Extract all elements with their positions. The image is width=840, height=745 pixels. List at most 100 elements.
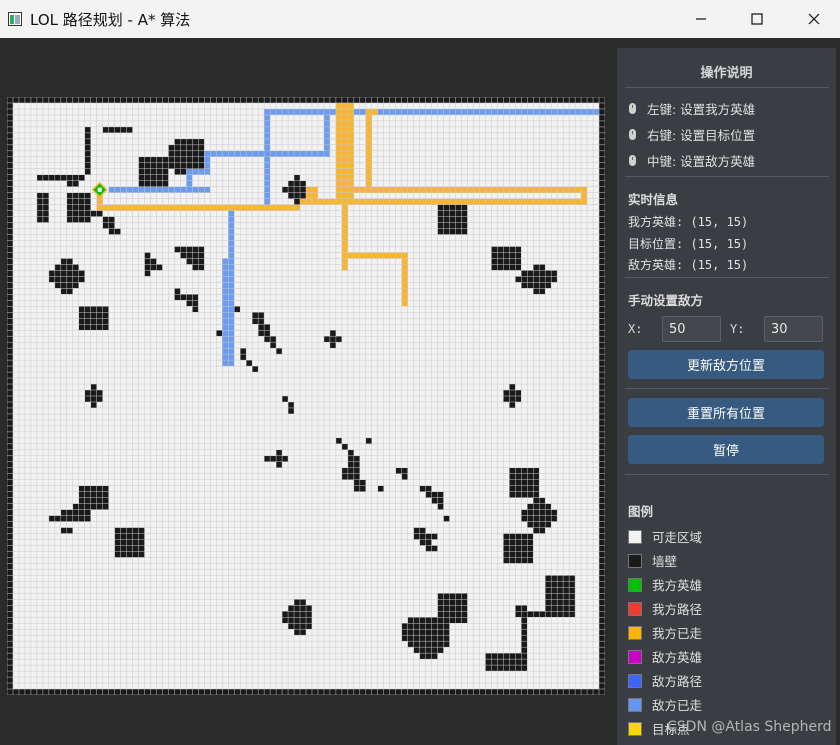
own-walked-cell	[335, 102, 342, 205]
wall-cell	[425, 491, 444, 498]
realtime-title: 实时信息	[628, 192, 679, 207]
own-walked-cell	[341, 252, 408, 259]
wall-cell	[72, 503, 91, 510]
legend-item: 敌方已走	[628, 695, 702, 714]
divider	[625, 277, 829, 278]
manual-set-title: 手动设置敌方	[628, 293, 704, 308]
instructions-title: 操作说明	[700, 66, 753, 81]
wall-cell	[84, 150, 91, 157]
target-position: 目标位置: (15, 15)	[628, 237, 749, 251]
wall-cell	[288, 407, 295, 414]
wall-cell	[270, 342, 277, 349]
instruction-middle-click: 中键: 设置敌方英雄	[629, 151, 755, 170]
legend-label: 墙壁	[652, 554, 678, 569]
wall-cell	[48, 515, 91, 522]
wall-cell	[276, 348, 283, 355]
wall-cell	[246, 360, 253, 367]
legend-swatch	[628, 625, 642, 640]
legend-title: 图例	[628, 504, 654, 519]
grid-canvas[interactable]	[7, 97, 605, 695]
own-hero-position: 我方英雄: (15, 15)	[628, 215, 749, 229]
y-label: Y:	[730, 322, 745, 336]
wall-cell	[365, 437, 372, 444]
divider	[625, 87, 829, 88]
wall-cell	[437, 503, 444, 510]
legend-item: 我方已走	[628, 623, 702, 642]
legend-swatch	[628, 673, 642, 688]
wall-cell	[288, 401, 295, 408]
own-walked-cell	[581, 186, 588, 205]
title-bar: LOL 路径规划 - A* 算法	[0, 0, 840, 38]
update-enemy-button[interactable]: 更新敌方位置	[628, 350, 824, 379]
legend-swatch	[628, 553, 642, 568]
minimize-button[interactable]	[675, 0, 727, 38]
wall-cell	[443, 515, 450, 522]
legend-item: 我方路径	[628, 599, 702, 618]
divider	[625, 474, 829, 475]
enemy-walked-cell	[186, 168, 193, 187]
wall-cell	[335, 437, 342, 444]
wall-cell	[407, 617, 450, 624]
enemy-y-input[interactable]	[764, 316, 823, 342]
wall-cell	[156, 264, 163, 271]
wall-cell	[407, 641, 450, 648]
enemy-walked-cell	[228, 210, 235, 253]
enemy-hero-position: 敌方英雄: (15, 15)	[628, 258, 749, 272]
enemy-walked-cell	[204, 150, 330, 157]
wall-cell	[329, 330, 336, 349]
legend-label: 敌方已走	[652, 698, 703, 713]
wall-cell	[509, 467, 540, 498]
wall-cell	[276, 449, 283, 456]
divider	[625, 176, 829, 177]
legend-item: 我方英雄	[628, 575, 702, 594]
wall-cell	[503, 533, 534, 564]
legend-item: 敌方英雄	[628, 647, 702, 666]
enemy-x-input[interactable]	[662, 316, 721, 342]
wall-cell	[234, 306, 241, 313]
legend-label: 我方路径	[652, 602, 703, 617]
wall-cell	[252, 366, 259, 373]
wall-cell	[216, 330, 223, 337]
legend-item: 敌方路径	[628, 671, 702, 690]
enemy-walked-cell	[264, 108, 271, 211]
wall-cell	[341, 443, 348, 450]
wall-cell	[401, 473, 408, 480]
maximize-button[interactable]	[731, 0, 783, 38]
wall-cell	[377, 485, 384, 492]
legend-swatch	[628, 577, 642, 592]
wall-cell	[282, 396, 289, 402]
reset-all-button[interactable]: 重置所有位置	[628, 398, 824, 427]
path-grid[interactable]	[7, 97, 605, 695]
wall-cell	[180, 294, 199, 301]
legend-swatch	[628, 529, 642, 544]
pause-button[interactable]: 暂停	[628, 435, 824, 464]
wall-cell	[437, 204, 468, 235]
legend-label: 敌方英雄	[652, 650, 703, 665]
wall-cell	[276, 461, 283, 468]
wall-cell	[192, 306, 199, 313]
wall-cell	[413, 647, 444, 654]
app-icon	[8, 11, 22, 26]
legend-label: 敌方路径	[652, 674, 703, 689]
legend-swatch	[628, 721, 642, 736]
mouse-icon	[629, 155, 636, 166]
wall-cell	[138, 156, 169, 187]
legend-label: 我方已走	[652, 626, 703, 641]
watermark: CSDN @Atlas Shepherd	[667, 719, 832, 735]
wall-cell	[114, 527, 145, 558]
wall-cell	[419, 653, 438, 660]
legend-swatch	[628, 649, 642, 664]
enemy-walked-cell	[108, 186, 211, 193]
wall-cell	[515, 276, 558, 283]
legend-label: 我方英雄	[652, 578, 703, 593]
mouse-icon	[629, 129, 636, 140]
mouse-icon	[629, 103, 636, 114]
control-panel: 操作说明 左键: 设置我方英雄 右键: 设置目标位置 中键: 设置敌方英雄 实时…	[617, 48, 836, 745]
close-button[interactable]	[788, 0, 840, 38]
legend-swatch	[628, 697, 642, 712]
wall-cell	[485, 653, 528, 660]
instruction-right-click: 右键: 设置目标位置	[629, 125, 755, 144]
minimize-icon	[696, 18, 706, 20]
legend-label: 可走区域	[652, 530, 703, 545]
wall-cell	[186, 258, 205, 265]
